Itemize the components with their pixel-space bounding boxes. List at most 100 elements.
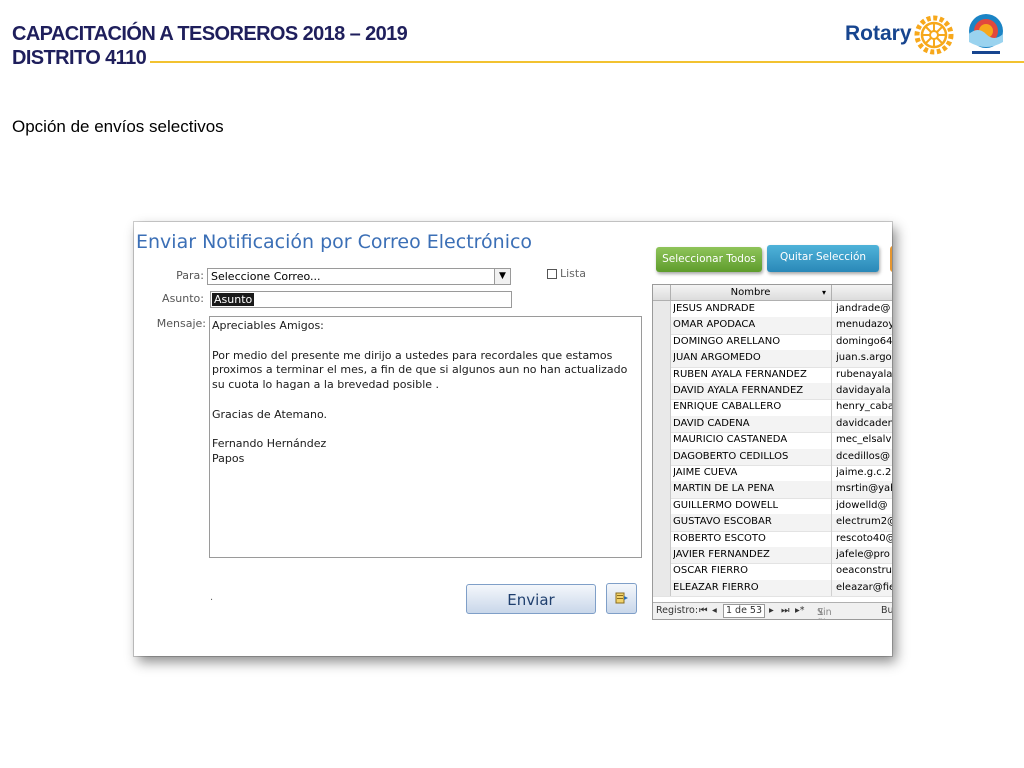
- table-row[interactable]: ENRIQUE CABALLERO henry_caba: [653, 399, 892, 417]
- search-box[interactable]: Bu: [881, 605, 892, 616]
- row-selector[interactable]: [653, 465, 671, 482]
- cell-nombre[interactable]: DAGOBERTO CEDILLOS: [673, 451, 831, 462]
- table-row[interactable]: OSCAR FIERRO oeaconstru: [653, 563, 892, 581]
- first-record-icon[interactable]: ⏮: [699, 605, 708, 616]
- record-number-input[interactable]: 1 de 53: [723, 604, 765, 618]
- cell-correo[interactable]: henry_caba: [836, 401, 892, 412]
- cell-correo[interactable]: dcedillos@: [836, 451, 892, 462]
- grid-select-all-cell[interactable]: [653, 285, 671, 300]
- table-row[interactable]: GUILLERMO DOWELL jdowelld@: [653, 497, 892, 516]
- cell-nombre[interactable]: JAVIER FERNANDEZ: [673, 549, 831, 560]
- cell-correo[interactable]: eleazar@fie: [836, 582, 892, 593]
- table-row[interactable]: MARTIN DE LA PEÑA msrtin@yah: [653, 481, 892, 499]
- row-selector[interactable]: [653, 530, 671, 547]
- clear-selection-button[interactable]: Quitar Selección: [767, 245, 879, 272]
- subject-input[interactable]: Asunto: [210, 291, 512, 308]
- cell-nombre[interactable]: JESUS ANDRADE: [673, 303, 831, 314]
- cell-correo[interactable]: jandrade@: [836, 303, 892, 314]
- last-record-icon[interactable]: ⏭: [781, 605, 790, 616]
- row-selector[interactable]: [653, 399, 671, 416]
- sort-icon[interactable]: ▾: [822, 285, 826, 300]
- row-selector[interactable]: [653, 547, 671, 564]
- table-row[interactable]: ELEAZAR FIERRO eleazar@fie: [653, 579, 892, 598]
- cell-nombre[interactable]: GUSTAVO ESCOBAR: [673, 516, 831, 527]
- table-row[interactable]: RUBEN AYALA FERNANDEZ rubenayala: [653, 366, 892, 384]
- row-selector[interactable]: [653, 432, 671, 449]
- message-textarea[interactable]: Apreciables Amigos: Por medio del presen…: [209, 316, 642, 558]
- cell-nombre[interactable]: JUAN ARGOMEDO: [673, 352, 831, 363]
- table-row[interactable]: GUSTAVO ESCOBAR electrum2@: [653, 514, 892, 532]
- cell-correo[interactable]: electrum2@: [836, 516, 892, 527]
- table-row[interactable]: JAVIER FERNANDEZ jafele@pro: [653, 547, 892, 565]
- row-selector[interactable]: [653, 563, 671, 580]
- column-header-nombre[interactable]: Nombre ▾: [670, 285, 832, 300]
- table-row[interactable]: JUAN ARGOMEDO juan.s.argo: [653, 350, 892, 368]
- cell-correo[interactable]: jafele@pro: [836, 549, 892, 560]
- slide-title-line2: DISTRITO 4110: [12, 47, 147, 69]
- send-button[interactable]: Enviar: [466, 584, 596, 614]
- new-record-icon[interactable]: ▸*: [795, 605, 805, 616]
- row-selector[interactable]: [653, 350, 671, 367]
- extra-button[interactable]: [890, 246, 892, 272]
- cell-correo[interactable]: rubenayala: [836, 369, 892, 380]
- cell-correo[interactable]: jaime.g.c.2: [836, 467, 892, 478]
- cell-correo[interactable]: oeaconstru: [836, 565, 892, 576]
- cell-nombre[interactable]: DAVID CADENA: [673, 418, 831, 429]
- table-row[interactable]: JESUS ANDRADE jandrade@: [653, 301, 892, 319]
- table-row[interactable]: OMAR APODACA menudazoy: [653, 317, 892, 335]
- column-divider: [831, 333, 832, 351]
- cell-nombre[interactable]: ROBERTO ESCOTO: [673, 533, 831, 544]
- cell-nombre[interactable]: GUILLERMO DOWELL: [673, 500, 831, 511]
- cell-correo[interactable]: menudazoy: [836, 319, 892, 330]
- row-selector[interactable]: [653, 317, 671, 334]
- select-all-button[interactable]: Seleccionar Todos: [656, 247, 762, 272]
- row-selector[interactable]: [653, 497, 671, 515]
- row-selector[interactable]: [653, 448, 671, 465]
- cell-correo[interactable]: davidcaden: [836, 418, 892, 429]
- table-row[interactable]: DAGOBERTO CEDILLOS dcedillos@: [653, 448, 892, 466]
- cell-correo[interactable]: mec_elsalv: [836, 434, 892, 445]
- dot-marker: .: [210, 591, 214, 603]
- table-row[interactable]: ROBERTO ESCOTO rescoto40@: [653, 530, 892, 548]
- checkbox-icon[interactable]: [547, 269, 557, 279]
- cell-correo[interactable]: rescoto40@: [836, 533, 892, 544]
- table-row[interactable]: DAVID CADENA davidcaden: [653, 415, 892, 434]
- cell-correo[interactable]: juan.s.argo: [836, 352, 892, 363]
- prev-record-icon[interactable]: ◂: [712, 605, 717, 616]
- row-selector[interactable]: [653, 481, 671, 498]
- table-row[interactable]: JAIME CUEVA jaime.g.c.2: [653, 465, 892, 483]
- row-selector[interactable]: [653, 579, 671, 597]
- table-row[interactable]: DAVID AYALA FERNANDEZ davidayala: [653, 383, 892, 401]
- cell-correo[interactable]: msrtin@yah: [836, 483, 892, 494]
- chevron-down-icon[interactable]: ▼: [494, 269, 510, 284]
- cell-nombre[interactable]: JAIME CUEVA: [673, 467, 831, 478]
- cell-nombre[interactable]: DAVID AYALA FERNANDEZ: [673, 385, 831, 396]
- recipient-select[interactable]: Seleccione Correo... ▼: [207, 268, 511, 285]
- column-divider: [831, 579, 832, 597]
- table-row[interactable]: MAURICIO CASTANEDA mec_elsalv: [653, 432, 892, 450]
- row-selector[interactable]: [653, 366, 671, 383]
- cell-nombre[interactable]: MAURICIO CASTANEDA: [673, 434, 831, 445]
- cell-nombre[interactable]: OMAR APODACA: [673, 319, 831, 330]
- cell-nombre[interactable]: OSCAR FIERRO: [673, 565, 831, 576]
- attach-button[interactable]: [606, 583, 637, 614]
- column-divider: [831, 448, 832, 465]
- column-divider: [831, 383, 832, 400]
- lista-checkbox[interactable]: Lista: [547, 267, 586, 280]
- table-row[interactable]: DOMINGO ARELLANO domingo64: [653, 333, 892, 352]
- cell-nombre[interactable]: MARTIN DE LA PEÑA: [673, 483, 831, 494]
- next-record-icon[interactable]: ▸: [769, 605, 774, 616]
- row-selector[interactable]: [653, 514, 671, 531]
- column-divider: [831, 514, 832, 531]
- cell-nombre[interactable]: DOMINGO ARELLANO: [673, 336, 831, 347]
- row-selector[interactable]: [653, 301, 671, 318]
- cell-nombre[interactable]: ENRIQUE CABALLERO: [673, 401, 831, 412]
- cell-correo[interactable]: jdowelld@: [836, 500, 892, 511]
- cell-nombre[interactable]: ELEAZAR FIERRO: [673, 582, 831, 593]
- row-selector[interactable]: [653, 383, 671, 400]
- cell-correo[interactable]: davidayala: [836, 385, 892, 396]
- cell-correo[interactable]: domingo64: [836, 336, 892, 347]
- row-selector[interactable]: [653, 415, 671, 433]
- cell-nombre[interactable]: RUBEN AYALA FERNANDEZ: [673, 369, 831, 380]
- row-selector[interactable]: [653, 333, 671, 351]
